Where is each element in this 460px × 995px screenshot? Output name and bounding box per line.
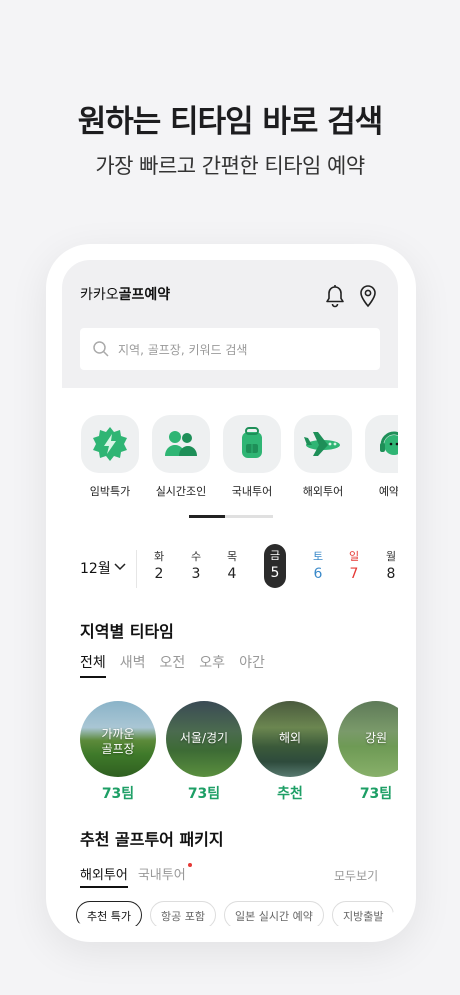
airplane-icon bbox=[304, 432, 340, 456]
flash-sale-badge-icon bbox=[93, 427, 127, 461]
promo-title: 원하는 티타임 바로 검색 bbox=[77, 104, 384, 140]
region-count: 73팀 bbox=[101, 786, 135, 802]
date-fri-selected[interactable]: 금5 bbox=[264, 544, 286, 588]
app-screen: 카카오골프예약 지역, 골프장, 키워드 검색 임박특가 실시간조인 국내투어 … bbox=[62, 260, 398, 926]
region-nearby[interactable]: 가까운 골프장 73팀 bbox=[80, 701, 156, 803]
region-overseas[interactable]: 해외 추천 bbox=[252, 701, 328, 803]
app-title-prefix: 카카오 bbox=[80, 287, 119, 303]
app-title: 카카오골프예약 bbox=[80, 284, 170, 304]
tab-all[interactable]: 전체 bbox=[80, 652, 106, 678]
chip-airfare-included[interactable]: 항공 포함 bbox=[150, 901, 216, 926]
tab-morning[interactable]: 오전 bbox=[160, 652, 186, 678]
carousel-indicator bbox=[189, 515, 273, 518]
search-placeholder: 지역, 골프장, 키워드 검색 bbox=[118, 343, 248, 357]
category-label: 국내투어 bbox=[231, 485, 273, 498]
see-all-link[interactable]: 모두보기 bbox=[334, 867, 378, 884]
date-tue[interactable]: 화2 bbox=[148, 548, 170, 582]
region-photo: 가까운 골프장 bbox=[80, 701, 156, 777]
category-join[interactable]: 실시간조인 bbox=[151, 415, 211, 499]
region-seoul-gyeonggi[interactable]: 서울/경기 73팀 bbox=[166, 701, 242, 803]
date-sat[interactable]: 토6 bbox=[307, 548, 329, 582]
date-thu[interactable]: 목4 bbox=[221, 548, 243, 582]
date-mon[interactable]: 월8 bbox=[380, 548, 398, 582]
region-count: 73팀 bbox=[359, 786, 393, 802]
app-title-bold: 골프예약 bbox=[118, 287, 171, 303]
headset-icon bbox=[380, 431, 398, 455]
region-photo: 강원 bbox=[338, 701, 398, 777]
date-sun[interactable]: 일7 bbox=[343, 548, 365, 582]
backpack-icon bbox=[242, 427, 262, 458]
section-title-regional: 지역별 티타임 bbox=[80, 622, 174, 641]
category-label: 예약매 bbox=[378, 485, 398, 498]
section-title-packages: 추천 골프투어 패키지 bbox=[80, 830, 224, 849]
region-count: 73팀 bbox=[187, 786, 221, 802]
package-tabs: 해외투어 국내투어 bbox=[80, 863, 192, 888]
category-label: 해외투어 bbox=[302, 485, 344, 498]
promo-subtitle: 가장 빠르고 간편한 티타임 예약 bbox=[95, 154, 365, 178]
category-domestic-tour[interactable]: 국내투어 bbox=[222, 415, 282, 499]
bell-icon[interactable] bbox=[324, 284, 346, 308]
header-area: 카카오골프예약 지역, 골프장, 키워드 검색 bbox=[62, 260, 398, 388]
chip-regional-departure[interactable]: 지방출발 bbox=[332, 901, 395, 926]
region-count: 추천 bbox=[277, 786, 303, 802]
search-icon bbox=[93, 341, 109, 357]
category-label: 임박특가 bbox=[89, 485, 131, 498]
region-gangwon[interactable]: 강원 73팀 bbox=[338, 701, 398, 803]
tab-afternoon[interactable]: 오후 bbox=[199, 652, 225, 678]
category-overseas-tour[interactable]: 해외투어 bbox=[293, 415, 353, 499]
people-icon bbox=[165, 431, 197, 456]
tab-dawn[interactable]: 새벽 bbox=[120, 652, 146, 678]
location-pin-icon[interactable] bbox=[358, 284, 378, 308]
search-input[interactable]: 지역, 골프장, 키워드 검색 bbox=[80, 328, 380, 370]
category-label: 실시간조인 bbox=[155, 485, 207, 498]
tab-overseas-tour[interactable]: 해외투어 bbox=[80, 864, 128, 888]
category-deal[interactable]: 임박특가 bbox=[80, 415, 140, 499]
tab-night[interactable]: 야간 bbox=[239, 652, 265, 678]
category-reservation[interactable]: 예약매 bbox=[364, 415, 398, 499]
chip-recommended[interactable]: 추천 특가 bbox=[76, 901, 142, 926]
month-selector[interactable]: 12월 bbox=[80, 558, 111, 578]
divider bbox=[136, 550, 137, 588]
region-photo: 서울/경기 bbox=[166, 701, 242, 777]
new-badge-dot bbox=[187, 863, 192, 867]
region-photo: 해외 bbox=[252, 701, 328, 777]
tab-domestic-tour[interactable]: 국내투어 bbox=[138, 863, 192, 888]
date-wed[interactable]: 수3 bbox=[185, 548, 207, 582]
chip-japan-realtime[interactable]: 일본 실시간 예약 bbox=[224, 901, 324, 926]
chevron-down-icon[interactable] bbox=[114, 562, 126, 572]
time-filter-tabs: 전체 새벽 오전 오후 야간 bbox=[80, 652, 265, 678]
